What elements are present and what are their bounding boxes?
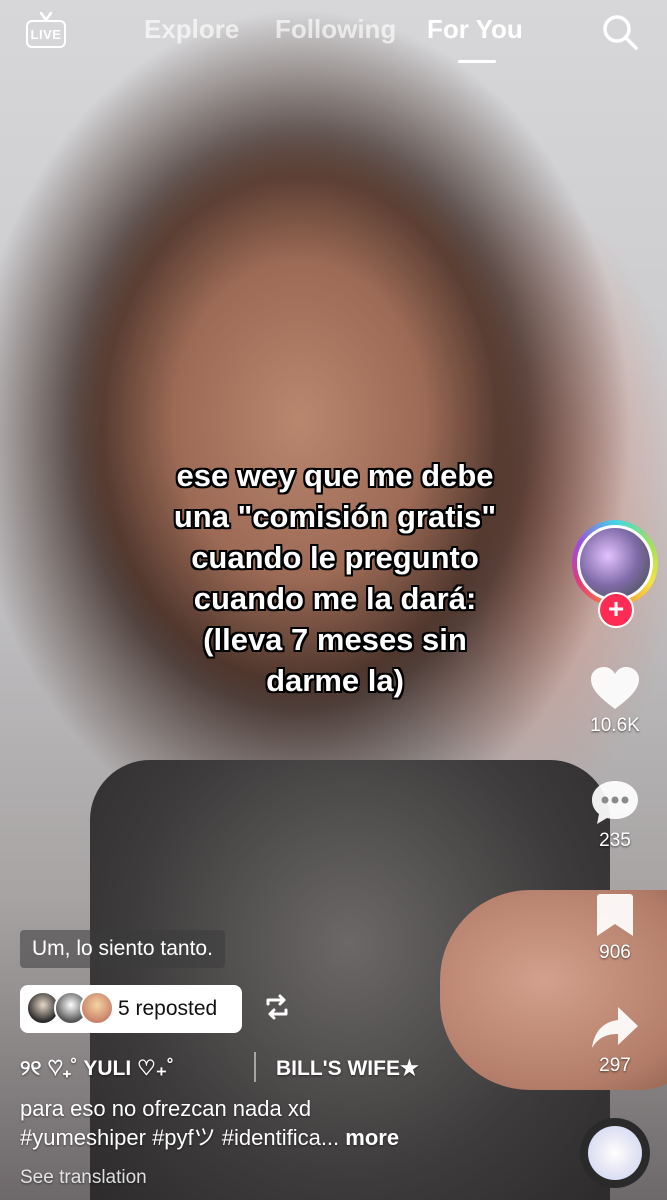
like-count: 10.6K [590, 715, 640, 736]
caption-line: una "comisión gratis" [173, 499, 497, 534]
caption-line: ese wey que me debe [176, 458, 494, 493]
reposted-label: 5 reposted [118, 997, 218, 1020]
music-disc[interactable] [580, 1118, 650, 1188]
video-caption-overlay: ese wey que me debe una "comisión gratis… [120, 455, 550, 701]
hashtags[interactable]: #yumeshiper #pyfツ #identifica... [20, 1125, 339, 1150]
caption-line: cuando me la dará: [193, 581, 477, 616]
tab-for-you[interactable]: For You [427, 14, 523, 45]
like-button[interactable]: 10.6K [575, 665, 655, 737]
more-link[interactable]: more [345, 1125, 399, 1150]
share-count: 297 [599, 1055, 631, 1076]
description-text: para eso no ofrezcan nada xd [20, 1096, 312, 1121]
active-tab-indicator [458, 60, 496, 63]
creator-avatar-image [577, 525, 653, 601]
top-nav-bar: LIVE Explore Following For You [0, 0, 667, 70]
live-label: LIVE [30, 26, 62, 42]
comment-button[interactable]: 235 [575, 778, 655, 852]
caption-line: cuando le pregunto [191, 540, 479, 575]
caption-line: (lleva 7 meses sin [203, 622, 467, 657]
divider [254, 1052, 256, 1082]
see-translation-link[interactable]: See translation [20, 1167, 147, 1189]
reposted-badge[interactable]: 5 reposted [20, 985, 242, 1033]
comment-icon [592, 781, 638, 824]
reposter-avatar [80, 991, 114, 1025]
live-button[interactable]: LIVE [26, 12, 70, 48]
video-feed-screen[interactable]: LIVE Explore Following For You ese wey q… [0, 0, 667, 1200]
author-username[interactable]: ୨୧ ♡₊˚ YULI ♡₊˚ [20, 1056, 174, 1081]
save-count: 906 [599, 942, 631, 963]
search-icon[interactable] [600, 12, 640, 52]
lyric-subtitle: Um, lo siento tanto. [20, 930, 225, 968]
bookmark-icon [597, 894, 633, 936]
caption-line: darme la) [266, 663, 404, 698]
heart-icon [591, 667, 639, 709]
share-button[interactable]: 297 [575, 1005, 655, 1077]
description-hashtags-line: #yumeshiper #pyfツ #identifica... more [20, 1123, 580, 1152]
video-description[interactable]: para eso no ofrezcan nada xd #yumeshiper… [20, 1094, 580, 1152]
comment-count: 235 [599, 830, 631, 851]
author-subtitle: BILL'S WIFE★ [276, 1057, 419, 1080]
follow-button[interactable]: + [598, 592, 634, 628]
repost-icon[interactable] [262, 992, 292, 1022]
save-button[interactable]: 906 [575, 892, 655, 964]
share-arrow-icon [592, 1007, 638, 1048]
music-cover-image [588, 1126, 642, 1180]
tab-explore[interactable]: Explore [144, 14, 239, 45]
tab-following[interactable]: Following [275, 14, 396, 45]
live-tv-icon: LIVE [26, 20, 66, 48]
